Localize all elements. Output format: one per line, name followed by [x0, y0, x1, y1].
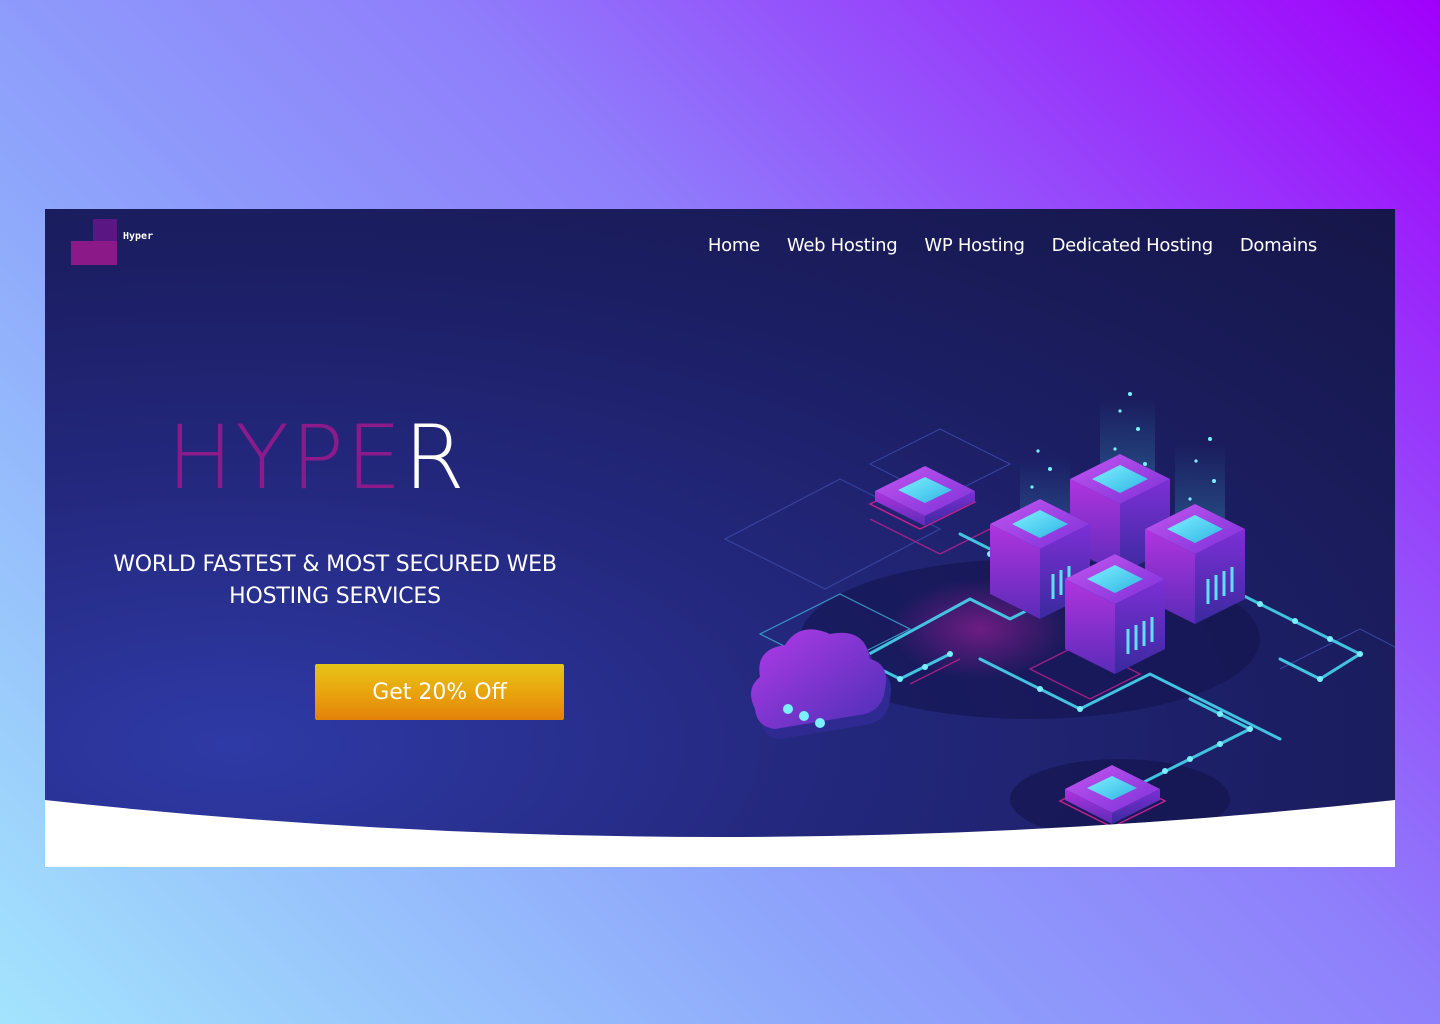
hero-title: HYPER — [167, 414, 467, 502]
hero-section: Hyper Home Web Hosting WP Hosting Dedica… — [45, 209, 1395, 839]
hero-title-main: HYPE — [167, 406, 404, 509]
hero-tagline: WORLD FASTEST & MOST SECURED WEB HOSTING… — [65, 549, 605, 613]
website-frame: Hyper Home Web Hosting WP Hosting Dedica… — [45, 209, 1395, 867]
hero-tagline-line-1: WORLD FASTEST & MOST SECURED WEB — [113, 552, 557, 577]
logo-mark-icon — [93, 219, 117, 241]
get-discount-button[interactable]: Get 20% Off — [315, 664, 564, 720]
logo-text: Hyper — [123, 231, 154, 242]
hero-bottom-wave — [45, 800, 1395, 867]
hero-tagline-line-2: HOSTING SERVICES — [229, 584, 441, 609]
hero-title-last-letter: R — [403, 406, 467, 509]
nav-item-dedicated-hosting[interactable]: Dedicated Hosting — [1052, 235, 1214, 256]
nav-item-domains[interactable]: Domains — [1240, 235, 1317, 256]
nav-item-web-hosting[interactable]: Web Hosting — [787, 235, 898, 256]
server-network-illustration — [723, 392, 1395, 839]
nav-item-home[interactable]: Home — [708, 235, 760, 256]
logo[interactable]: Hyper — [71, 219, 191, 267]
main-nav: Home Web Hosting WP Hosting Dedicated Ho… — [708, 235, 1317, 256]
nav-item-wp-hosting[interactable]: WP Hosting — [924, 235, 1025, 256]
logo-mark-base — [71, 241, 117, 265]
